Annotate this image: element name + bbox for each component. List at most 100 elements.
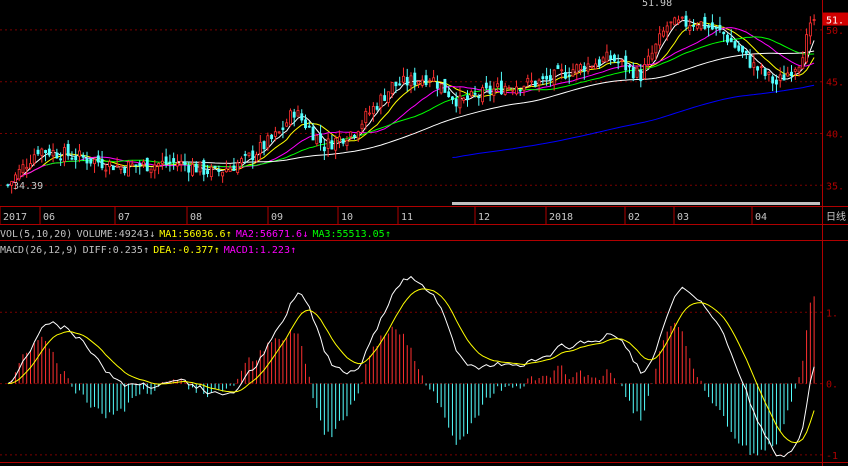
candle-body: [451, 96, 454, 100]
candle-body: [29, 163, 32, 169]
candle-body: [224, 168, 228, 173]
candle-body: [541, 76, 545, 80]
candle-body: [255, 154, 258, 162]
candle-body: [469, 91, 473, 97]
candle-body: [353, 134, 356, 137]
candle-body: [432, 77, 436, 82]
candle-body: [25, 166, 29, 170]
candle-body: [466, 95, 469, 100]
macd-legend-item: MACD1:1.223: [224, 245, 290, 256]
candle-body: [153, 164, 157, 171]
candle-body: [251, 150, 255, 161]
candle-body: [115, 164, 119, 168]
candle-body: [639, 69, 643, 82]
candle-body: [778, 74, 782, 81]
candle-body: [609, 55, 613, 60]
volume-legend-arrow: ↑: [226, 229, 232, 240]
volume-legend-item: MA1:56036.6: [159, 229, 225, 240]
candle-body: [360, 123, 364, 129]
candle-body: [793, 68, 797, 72]
candle-body: [628, 65, 631, 68]
candle-body: [394, 81, 398, 87]
candle-body: [330, 140, 334, 150]
candle-body: [631, 67, 635, 79]
candle-body: [624, 55, 628, 71]
candle-body: [564, 72, 567, 79]
candle-body: [752, 62, 756, 68]
candle-body: [756, 66, 760, 71]
candle-body: [413, 72, 417, 86]
candle-body: [616, 61, 620, 64]
candle-body: [571, 69, 575, 77]
candle-body: [526, 78, 530, 83]
volume-legend-arrow: ↑: [385, 229, 391, 240]
candle-body: [771, 76, 775, 84]
price-tick-label: 35.: [826, 181, 844, 192]
candle-body: [386, 91, 390, 103]
candle-body: [786, 72, 790, 77]
candle-body: [108, 161, 112, 168]
candle-body: [812, 19, 816, 21]
candle-body: [726, 34, 729, 43]
macd-legend-arrow: ↑: [143, 245, 149, 256]
candle-body: [635, 67, 639, 78]
candle-body: [326, 138, 330, 149]
candle-body: [402, 75, 405, 83]
candle-body: [669, 21, 673, 24]
candle-body: [748, 55, 752, 68]
candle-body: [371, 106, 375, 115]
candle-body: [484, 82, 488, 89]
candle-body: [481, 87, 485, 103]
candle-body: [737, 45, 741, 51]
candle-body: [586, 63, 590, 72]
candle-body: [707, 25, 711, 28]
candle-body: [661, 30, 665, 37]
candle-body: [168, 161, 172, 164]
candle-body: [258, 141, 262, 154]
candle-body: [247, 152, 251, 157]
candle-body: [232, 165, 236, 171]
candle-body: [579, 64, 582, 70]
candle-body: [688, 25, 692, 31]
candle-body: [17, 169, 21, 180]
candle-body: [477, 96, 481, 99]
candle-body: [677, 19, 680, 23]
candle-body: [805, 34, 809, 63]
candle-body: [545, 75, 549, 80]
candle-body: [100, 158, 104, 169]
volume-legend-arrow: ↓: [149, 229, 155, 240]
candle-body: [51, 150, 55, 157]
candle-body: [507, 87, 511, 90]
candle-body: [439, 83, 443, 94]
candle-body: [149, 168, 153, 174]
volume-legend-arrow: ↓: [302, 229, 308, 240]
candle-body: [601, 57, 605, 63]
candle-body: [729, 37, 733, 43]
macd-legend-item: DIFF:0.235: [83, 245, 143, 256]
candle-body: [473, 92, 477, 95]
candle-body: [160, 160, 164, 164]
candle-body: [447, 91, 451, 98]
candle-body: [59, 158, 63, 161]
candle-body: [142, 161, 145, 166]
date-label: 10: [341, 212, 353, 223]
date-label: 12: [478, 212, 490, 223]
candle-body: [40, 148, 44, 156]
candle-body: [356, 131, 360, 139]
macd-legend-item: DEA:-0.377: [153, 245, 213, 256]
period-label: 日线: [826, 210, 846, 223]
candle-body: [21, 164, 25, 173]
candle-body: [594, 63, 598, 70]
date-label: 2017: [3, 212, 27, 223]
candle-body: [680, 16, 684, 19]
candle-body: [703, 16, 707, 29]
volume-legend-item: MA3:55513.05: [312, 229, 384, 240]
candle-body: [597, 59, 601, 66]
candle-body: [673, 17, 677, 26]
candle-body: [134, 164, 138, 167]
candle-body: [62, 147, 66, 162]
candle-body: [424, 75, 428, 86]
candle-body: [221, 171, 225, 177]
macd-legend-arrow: ↑: [214, 245, 220, 256]
candle-body: [718, 24, 722, 31]
